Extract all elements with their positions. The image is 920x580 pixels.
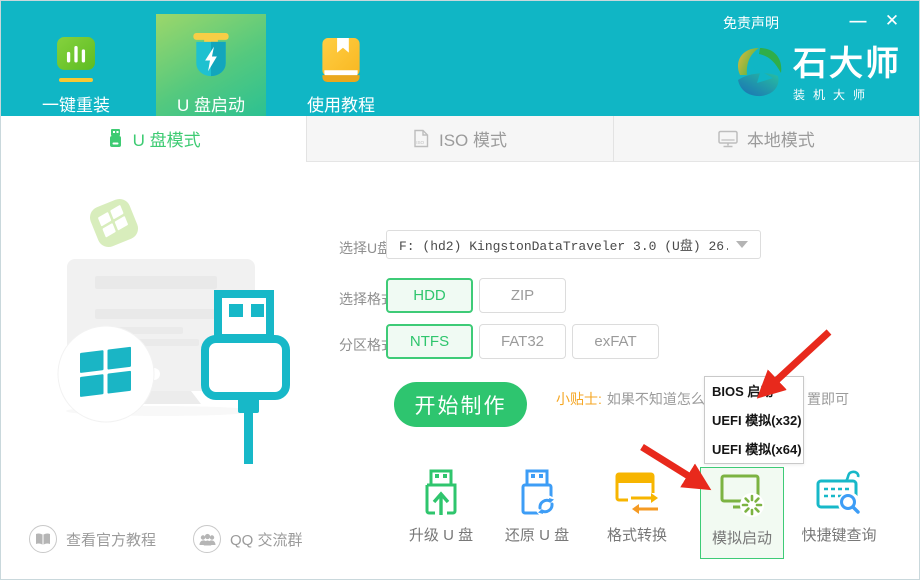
mode-tab-usb[interactable]: U 盘模式 — [1, 116, 306, 162]
format-option-zip[interactable]: ZIP — [479, 278, 566, 313]
logo-title: 石大师 — [793, 45, 901, 83]
tool-simulate-boot[interactable]: 模拟启动 — [700, 467, 784, 559]
bar-chart-icon — [51, 37, 101, 75]
titlebar: 一键重装 U 盘启动 使用教程 免责声明 — — [1, 1, 919, 116]
app-logo: 石大师 装机大师 — [733, 45, 901, 103]
tab-label: 使用教程 — [307, 91, 375, 116]
tool-hotkey-query[interactable]: 快捷键查询 — [794, 469, 884, 545]
partition-option-ntfs[interactable]: NTFS — [386, 324, 473, 359]
book-icon — [319, 37, 363, 82]
svg-text:ISO: ISO — [416, 140, 424, 145]
iso-file-icon: ISO — [413, 129, 430, 148]
mode-tab-label: U 盘模式 — [133, 126, 201, 151]
chevron-down-icon — [736, 241, 748, 248]
partition-option-exfat[interactable]: exFAT — [572, 324, 659, 359]
start-create-button[interactable]: 开始制作 — [394, 382, 527, 427]
mode-tab-iso[interactable]: ISO ISO 模式 — [306, 116, 612, 162]
menu-item-uefi-x32[interactable]: UEFI 模拟(x32) — [705, 406, 803, 435]
tool-format-convert[interactable]: 格式转换 — [592, 469, 682, 545]
tool-upgrade-usb[interactable]: 升级 U 盘 — [396, 469, 486, 545]
tab-label: U 盘启动 — [177, 91, 245, 116]
tab-tutorial[interactable]: 使用教程 — [291, 1, 391, 116]
footer-link-label: QQ 交流群 — [230, 529, 303, 550]
mode-tab-bar: U 盘模式 ISO ISO 模式 本地模式 — [1, 116, 919, 162]
boot-mode-menu: BIOS 启动 UEFI 模拟(x32) UEFI 模拟(x64) — [704, 376, 804, 464]
minimize-button[interactable]: — — [845, 9, 871, 33]
menu-item-bios[interactable]: BIOS 启动 — [705, 377, 803, 406]
simulate-boot-icon — [719, 472, 765, 520]
tip-text-continued: 置即可 — [807, 389, 849, 409]
mode-tab-local[interactable]: 本地模式 — [613, 116, 919, 162]
upgrade-usb-icon — [419, 469, 463, 517]
tool-label: 模拟启动 — [712, 527, 772, 548]
disclaimer-link[interactable]: 免责声明 — [723, 13, 779, 33]
tool-label: 升级 U 盘 — [409, 524, 473, 545]
partition-option-fat32[interactable]: FAT32 — [479, 324, 566, 359]
book-icon — [29, 525, 57, 553]
format-option-hdd[interactable]: HDD — [386, 278, 473, 313]
tool-label: 快捷键查询 — [801, 524, 876, 545]
menu-item-uefi-x64[interactable]: UEFI 模拟(x64) — [705, 435, 803, 464]
tab-underline — [59, 78, 93, 82]
tool-label: 格式转换 — [607, 524, 667, 545]
usb-drive-icon — [107, 129, 124, 148]
tab-one-key-reinstall[interactable]: 一键重装 — [1, 1, 151, 116]
usb-drive-value: F: (hd2) KingstonDataTraveler 3.0 (U盘) 2… — [399, 235, 728, 254]
restore-usb-icon — [515, 469, 559, 517]
tool-label: 还原 U 盘 — [505, 524, 569, 545]
group-icon — [193, 525, 221, 553]
qq-group-link[interactable]: QQ 交流群 — [193, 525, 303, 553]
tip-text: 小贴士:如果不知道怎么配 — [556, 389, 704, 409]
tip-label: 小贴士: — [556, 391, 602, 407]
format-convert-icon — [614, 469, 660, 517]
footer-link-label: 查看官方教程 — [66, 529, 156, 550]
monitor-icon — [718, 130, 738, 148]
mode-tab-label: 本地模式 — [747, 126, 815, 151]
usb-drive-select[interactable]: F: (hd2) KingstonDataTraveler 3.0 (U盘) 2… — [386, 230, 761, 259]
shield-lightning-icon — [187, 33, 235, 82]
tab-label: 一键重装 — [42, 91, 110, 116]
tab-usb-boot-selected[interactable]: U 盘启动 — [156, 14, 266, 116]
close-button[interactable]: ✕ — [879, 9, 905, 33]
mode-tab-label: ISO 模式 — [439, 126, 507, 151]
logo-text: 石大师 装机大师 — [793, 45, 901, 103]
usb-illustration — [31, 181, 321, 481]
logo-subtitle: 装机大师 — [793, 86, 901, 103]
app-window: 一键重装 U 盘启动 使用教程 免责声明 — — [0, 0, 920, 580]
hotkey-search-icon — [816, 469, 862, 517]
official-tutorial-link[interactable]: 查看官方教程 — [29, 525, 156, 553]
logo-swirl-icon — [733, 45, 785, 99]
tool-restore-usb[interactable]: 还原 U 盘 — [492, 469, 582, 545]
